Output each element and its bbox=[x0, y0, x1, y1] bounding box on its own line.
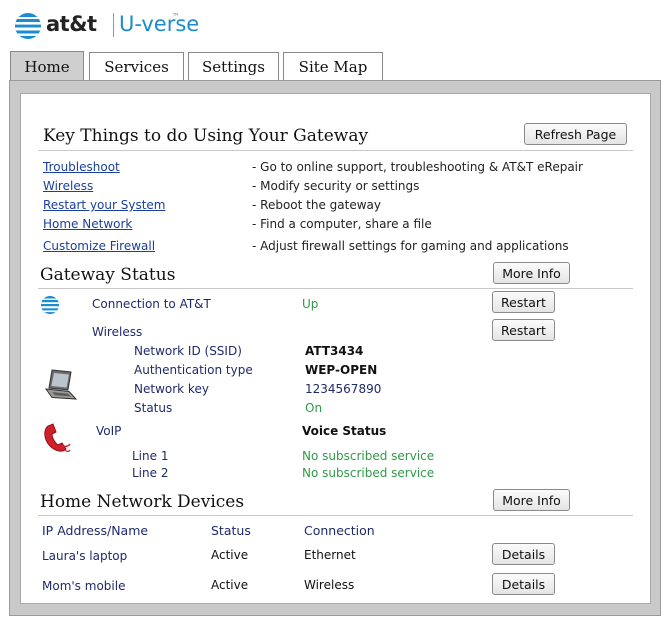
uverse-wordmark: U-verse bbox=[119, 12, 200, 36]
logo-divider bbox=[113, 13, 114, 37]
auth-type-value: WEP-OPEN bbox=[305, 363, 378, 377]
customize-firewall-description: - Adjust firewall settings for gaming an… bbox=[252, 239, 569, 253]
wireless-link[interactable]: Wireless bbox=[43, 179, 93, 193]
home-network-title: Home Network Devices bbox=[40, 492, 245, 512]
auth-type-label: Authentication type bbox=[134, 363, 253, 377]
connection-label: Connection to AT&T bbox=[92, 297, 211, 311]
refresh-page-button[interactable]: Refresh Page bbox=[524, 123, 627, 145]
network-key-label: Network key bbox=[134, 382, 209, 396]
gateway-status-title: Gateway Status bbox=[40, 265, 176, 285]
home-network-link[interactable]: Home Network bbox=[43, 217, 132, 231]
device-connection: Ethernet bbox=[304, 548, 356, 562]
phone-icon bbox=[40, 420, 72, 454]
wireless-description: - Modify security or settings bbox=[252, 179, 420, 193]
device-name: Laura's laptop bbox=[42, 549, 128, 563]
tab-services[interactable]: Services bbox=[89, 52, 184, 80]
restart-system-link[interactable]: Restart your System bbox=[43, 198, 166, 212]
voip-label: VoIP bbox=[96, 424, 122, 438]
device-details-button[interactable]: Details bbox=[492, 543, 555, 565]
tab-site-map[interactable]: Site Map bbox=[283, 52, 383, 80]
tab-home[interactable]: Home bbox=[10, 51, 84, 81]
key-things-title: Key Things to do Using Your Gateway bbox=[43, 126, 369, 146]
customize-firewall-link[interactable]: Customize Firewall bbox=[43, 239, 155, 253]
att-globe-icon bbox=[40, 295, 60, 315]
laptop-icon bbox=[43, 368, 79, 402]
device-connection: Wireless bbox=[304, 578, 355, 592]
line-2-status: No subscribed service bbox=[302, 466, 435, 480]
network-key-value: 1234567890 bbox=[305, 382, 382, 396]
voice-status-header: Voice Status bbox=[302, 424, 387, 438]
column-header-ip-name: IP Address/Name bbox=[42, 523, 149, 538]
restart-wireless-button[interactable]: Restart bbox=[492, 319, 555, 341]
ssid-label: Network ID (SSID) bbox=[134, 344, 242, 358]
restart-system-description: - Reboot the gateway bbox=[252, 198, 381, 212]
device-details-button[interactable]: Details bbox=[492, 573, 555, 595]
att-wordmark: at&t bbox=[46, 12, 97, 36]
line-1-status: No subscribed service bbox=[302, 449, 435, 463]
wireless-status-label: Status bbox=[134, 401, 173, 415]
connection-status: Up bbox=[302, 297, 319, 311]
line-1-label: Line 1 bbox=[132, 449, 169, 463]
device-status: Active bbox=[211, 548, 249, 562]
device-name: Mom's mobile bbox=[42, 579, 126, 593]
line-2-label: Line 2 bbox=[132, 466, 169, 480]
divider bbox=[38, 515, 633, 516]
ssid-value: ATT3434 bbox=[305, 344, 364, 358]
wireless-status-value: On bbox=[305, 401, 323, 415]
divider bbox=[38, 150, 633, 151]
wireless-label: Wireless bbox=[92, 325, 143, 339]
restart-connection-button[interactable]: Restart bbox=[492, 291, 555, 313]
tab-settings[interactable]: Settings bbox=[188, 52, 279, 80]
troubleshoot-link[interactable]: Troubleshoot bbox=[43, 160, 120, 174]
divider bbox=[38, 288, 633, 289]
att-globe-icon bbox=[14, 12, 42, 40]
column-header-status: Status bbox=[211, 523, 251, 538]
column-header-connection: Connection bbox=[304, 523, 375, 538]
home-network-more-info-button[interactable]: More Info bbox=[493, 489, 570, 511]
trademark-mark: ™ bbox=[172, 12, 180, 21]
gateway-more-info-button[interactable]: More Info bbox=[493, 262, 570, 284]
troubleshoot-description: - Go to online support, troubleshooting … bbox=[252, 160, 583, 174]
device-status: Active bbox=[211, 578, 249, 592]
home-network-description: - Find a computer, share a file bbox=[252, 217, 432, 231]
